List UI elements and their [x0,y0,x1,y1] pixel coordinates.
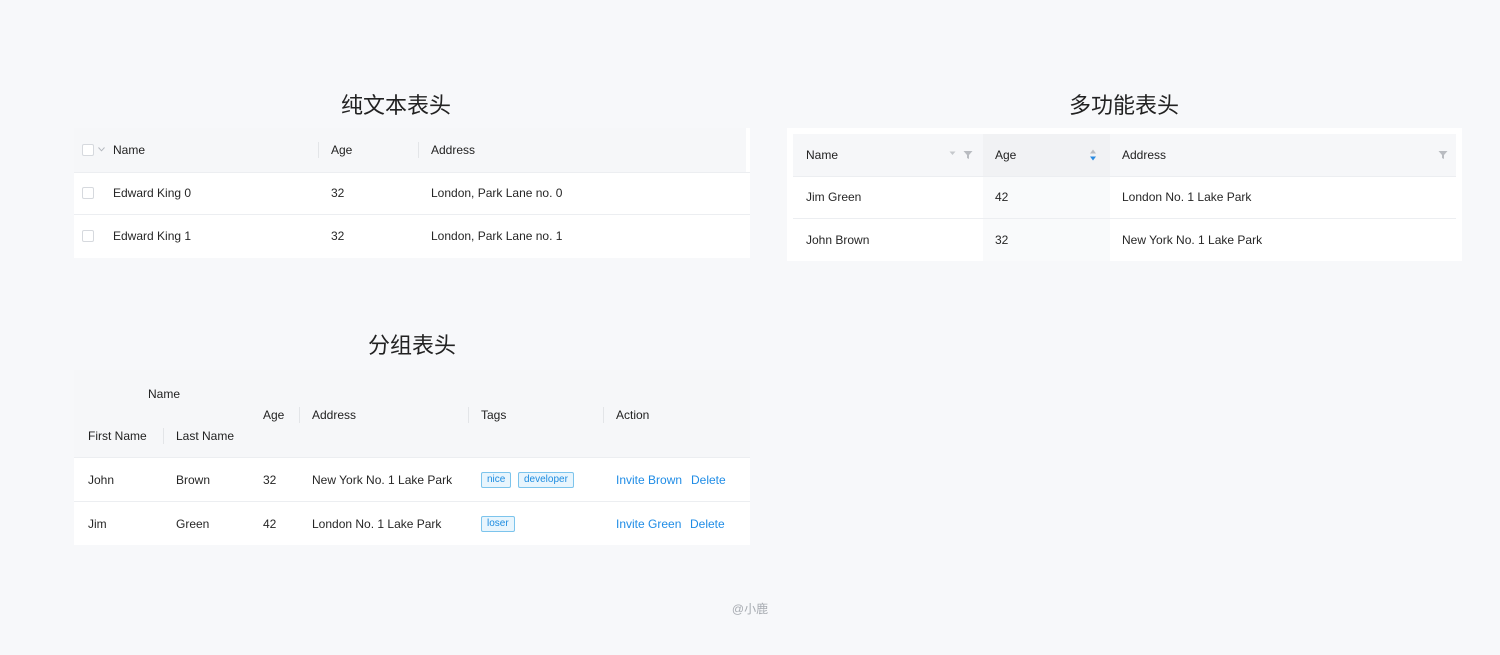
delete-link[interactable]: Delete [691,473,726,487]
tag-badge: developer [518,472,574,488]
section-title-multi: 多功能表头 [1068,94,1179,119]
cell-address: London No. 1 Lake Park [1122,190,1252,204]
multi-table: Name Age Address Jim Green 42 London No.… [787,128,1462,261]
row-checkbox[interactable] [82,230,94,242]
invite-link[interactable]: Invite Brown [616,473,682,487]
header-tags: Tags [481,408,507,422]
column-divider [603,407,604,423]
header-name: Name [113,143,146,157]
header-age: Age [331,143,353,157]
select-all-checkbox[interactable] [82,144,94,156]
plain-table: Name Age Address Edward King 0 32 London… [74,128,750,258]
cell-address: New York No. 1 Lake Park [312,473,453,487]
filter-icon[interactable] [1438,149,1448,159]
row-divider [74,214,750,215]
header-age: Age [263,408,285,422]
cell-name: Edward King 1 [113,229,192,243]
cell-name: Edward King 0 [113,186,192,200]
delete-link[interactable]: Delete [690,517,725,531]
sort-icon[interactable] [1089,149,1097,161]
cell-first-name: John [88,473,115,487]
cell-address: London No. 1 Lake Park [312,517,442,531]
cell-address: London, Park Lane no. 1 [431,229,563,243]
column-divider [318,142,319,158]
row-divider [793,218,1456,219]
cell-address: London, Park Lane no. 0 [431,186,563,200]
row-checkbox[interactable] [82,187,94,199]
header-address: Address [312,408,357,422]
section-title-plain: 纯文本表头 [340,94,451,119]
cell-age: 42 [995,190,1009,204]
row-divider [74,457,750,458]
header-name-group: Name [148,387,181,401]
tag-badge: nice [481,472,512,488]
header-address[interactable]: Address [1122,148,1166,162]
row-divider [793,176,1456,177]
column-divider [418,142,419,158]
cell-age: 42 [263,517,277,531]
cell-address: New York No. 1 Lake Park [1122,233,1263,247]
invite-link[interactable]: Invite Green [616,517,681,531]
column-divider [299,407,300,423]
filter-icon[interactable] [963,149,973,159]
header-address: Address [431,143,476,157]
header-name[interactable]: Name [806,148,838,162]
cell-name: Jim Green [806,190,862,204]
header-age[interactable]: Age [995,148,1016,162]
row-divider [74,501,750,502]
tag-badge: loser [481,516,515,532]
cell-name: John Brown [806,233,870,247]
chevron-down-icon[interactable] [98,146,105,153]
header-last-name: Last Name [176,429,235,443]
column-divider [163,428,164,444]
cell-age: 32 [995,233,1009,247]
cell-last-name: Green [176,517,210,531]
chevron-down-icon[interactable] [949,150,956,157]
header-first-name: First Name [88,429,147,443]
cell-age: 32 [331,229,345,243]
cell-age: 32 [331,186,345,200]
watermark: @小鹿 [731,602,769,616]
grouped-table: Name First Name Last Name Age Address Ta… [74,370,750,545]
column-divider [468,407,469,423]
row-divider [74,172,750,173]
header-action: Action [616,408,650,422]
cell-first-name: Jim [88,517,107,531]
section-title-grouped: 分组表头 [367,334,456,359]
cell-last-name: Brown [176,473,211,487]
plain-table-header [74,128,746,172]
cell-age: 32 [263,473,277,487]
